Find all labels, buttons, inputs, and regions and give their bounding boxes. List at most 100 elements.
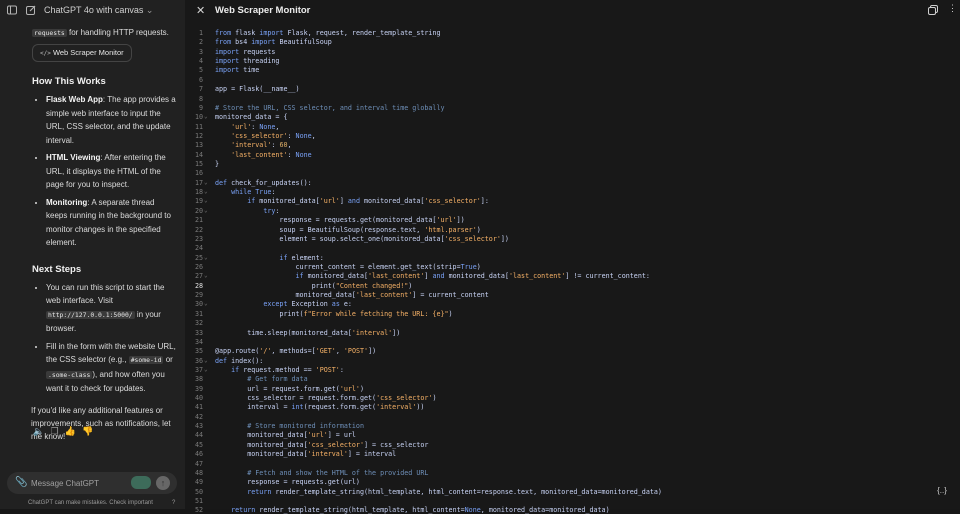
line-number: 44 <box>194 431 203 440</box>
line-number: 40 <box>194 394 203 403</box>
line-number: 50 <box>194 487 203 496</box>
code-line: url = request.form.get('url') <box>215 384 364 393</box>
code-line: soup = BeautifulSoup(response.text, 'htm… <box>215 225 481 234</box>
send-button[interactable]: ↑ <box>156 476 170 490</box>
line-number: 46 <box>194 450 203 459</box>
disclaimer: ChatGPT can make mistakes. Check importa… <box>28 500 153 506</box>
line-number: 32 <box>194 319 203 328</box>
code-line: monitored_data['url'] = url <box>215 431 356 440</box>
fold-chevron-icon[interactable]: ⌄ <box>204 113 208 120</box>
canvas-chip-label: Web Scraper Monitor <box>52 48 124 57</box>
code-line: def index(): <box>215 356 264 365</box>
code-line: # Store the URL, CSS selector, and inter… <box>215 103 445 112</box>
line-number: 26 <box>194 263 203 271</box>
line-number: 47 <box>194 459 203 468</box>
code-line: print(f"Error while fetching the URL: {e… <box>215 309 453 318</box>
fold-chevron-icon[interactable]: ⌄ <box>204 366 208 373</box>
help-icon[interactable]: ? <box>172 500 175 506</box>
line-number: 2 <box>198 38 203 47</box>
close-icon[interactable]: ✕ <box>196 4 205 17</box>
code-line: app = Flask(__name__) <box>215 85 300 94</box>
fold-chevron-icon[interactable]: ⌄ <box>204 207 208 214</box>
code-line: response = requests.get(url) <box>215 478 360 487</box>
fold-chevron-icon[interactable]: ⌄ <box>204 254 208 261</box>
copy-icon[interactable]: ❐ <box>50 426 58 436</box>
code-line: import requests <box>215 47 276 56</box>
line-number: 45 <box>194 440 203 449</box>
line-number: 11 <box>194 122 203 131</box>
code-line: try: <box>263 206 280 215</box>
fold-chevron-icon[interactable]: ⌄ <box>204 179 208 186</box>
code-line: while True: <box>231 188 276 197</box>
canvas-chip-button[interactable]: </> Web Scraper Monitor <box>32 44 132 62</box>
line-number: 21 <box>194 216 203 225</box>
line-number: 3 <box>198 47 203 56</box>
code-line: time.sleep(monitored_data['interval']) <box>215 328 401 337</box>
line-number: 38 <box>194 375 203 384</box>
code-line: monitored_data = { <box>215 113 288 122</box>
line-number: 19 <box>194 197 203 206</box>
code-line: } <box>215 160 220 169</box>
code-braces-icon[interactable]: {..} <box>934 486 950 500</box>
line-number: 13 <box>194 141 203 150</box>
fold-chevron-icon[interactable]: ⌄ <box>204 300 208 307</box>
sidebar-toggle-icon[interactable] <box>7 5 17 18</box>
model-label: ChatGPT 4o with canvas <box>44 5 144 15</box>
list-item: Monitoring: A separate thread keeps runn… <box>46 196 177 250</box>
inline-code: #some-id <box>128 356 164 364</box>
line-number: 6 <box>198 75 203 84</box>
fold-chevron-icon[interactable]: ⌄ <box>204 357 208 364</box>
code-line: 'css_selector': None, <box>231 131 316 140</box>
line-number: 34 <box>194 337 203 346</box>
line-number: 51 <box>194 497 203 505</box>
thumbs-down-icon[interactable]: 👎 <box>82 426 93 436</box>
line-number: 37 <box>194 365 203 374</box>
read-aloud-icon[interactable]: 🔈 <box>33 426 44 436</box>
code-line: 'interval': 60, <box>231 141 292 150</box>
line-number: 52 <box>194 506 203 514</box>
paperclip-icon[interactable]: 📎 <box>15 477 27 488</box>
code-line: # Store monitored information <box>247 422 364 431</box>
thumbs-up-icon[interactable]: 👍 <box>65 426 76 436</box>
line-number: 24 <box>194 244 203 253</box>
code-line: # Get form data <box>247 375 308 384</box>
line-number: 49 <box>194 478 203 487</box>
line-number: 18 <box>194 188 203 197</box>
message-actions: 🔈 ❐ 👍 👎 <box>33 426 97 437</box>
next-heading: Next Steps <box>32 263 82 275</box>
code-line: print("Content changed!") <box>215 281 413 290</box>
code-line: import time <box>215 66 260 75</box>
more-icon[interactable]: ⋮ <box>948 3 957 14</box>
fold-chevron-icon[interactable]: ⌄ <box>204 188 208 195</box>
edit-icon[interactable] <box>26 5 36 18</box>
code-line: if monitored_data['last_content'] and mo… <box>295 272 650 281</box>
code-line: def check_for_updates(): <box>215 178 312 187</box>
code-line: if element: <box>279 253 324 262</box>
line-number: 16 <box>194 169 203 178</box>
code-line: from bs4 import BeautifulSoup <box>215 38 332 47</box>
line-number: 9 <box>198 103 203 112</box>
code-line: current_content = element.get_text(strip… <box>215 263 481 271</box>
line-number: 48 <box>194 468 203 477</box>
model-selector[interactable]: ChatGPT 4o with canvas ⌄ <box>44 5 153 16</box>
code-line: return render_template_string(html_templ… <box>247 487 662 496</box>
line-number: 25 <box>194 253 203 262</box>
code-line: element = soup.select_one(monitored_data… <box>215 234 509 243</box>
list-item: HTML Viewing: After entering the URL, it… <box>46 151 177 192</box>
copy-icon[interactable] <box>928 5 938 17</box>
code-line: @app.route('/', methods=['GET', 'POST']) <box>215 347 377 356</box>
how-list: Flask Web App: The app provides a simple… <box>32 93 177 250</box>
message-input[interactable]: Message ChatGPT <box>31 479 99 488</box>
line-number: 28 <box>194 281 203 290</box>
line-number: 33 <box>194 328 203 337</box>
code-line: except Exception as e: <box>263 300 352 309</box>
line-number: 17 <box>194 178 203 187</box>
line-number: 22 <box>194 225 203 234</box>
fold-chevron-icon[interactable]: ⌄ <box>204 197 208 204</box>
code-icon: </> <box>40 50 51 57</box>
line-number: 31 <box>194 309 203 318</box>
canvas-title: Web Scraper Monitor <box>215 5 311 16</box>
canvas-tool-icon[interactable] <box>131 476 151 489</box>
composer: 📎 Message ChatGPT ↑ <box>7 472 177 494</box>
fold-chevron-icon[interactable]: ⌄ <box>204 272 208 279</box>
